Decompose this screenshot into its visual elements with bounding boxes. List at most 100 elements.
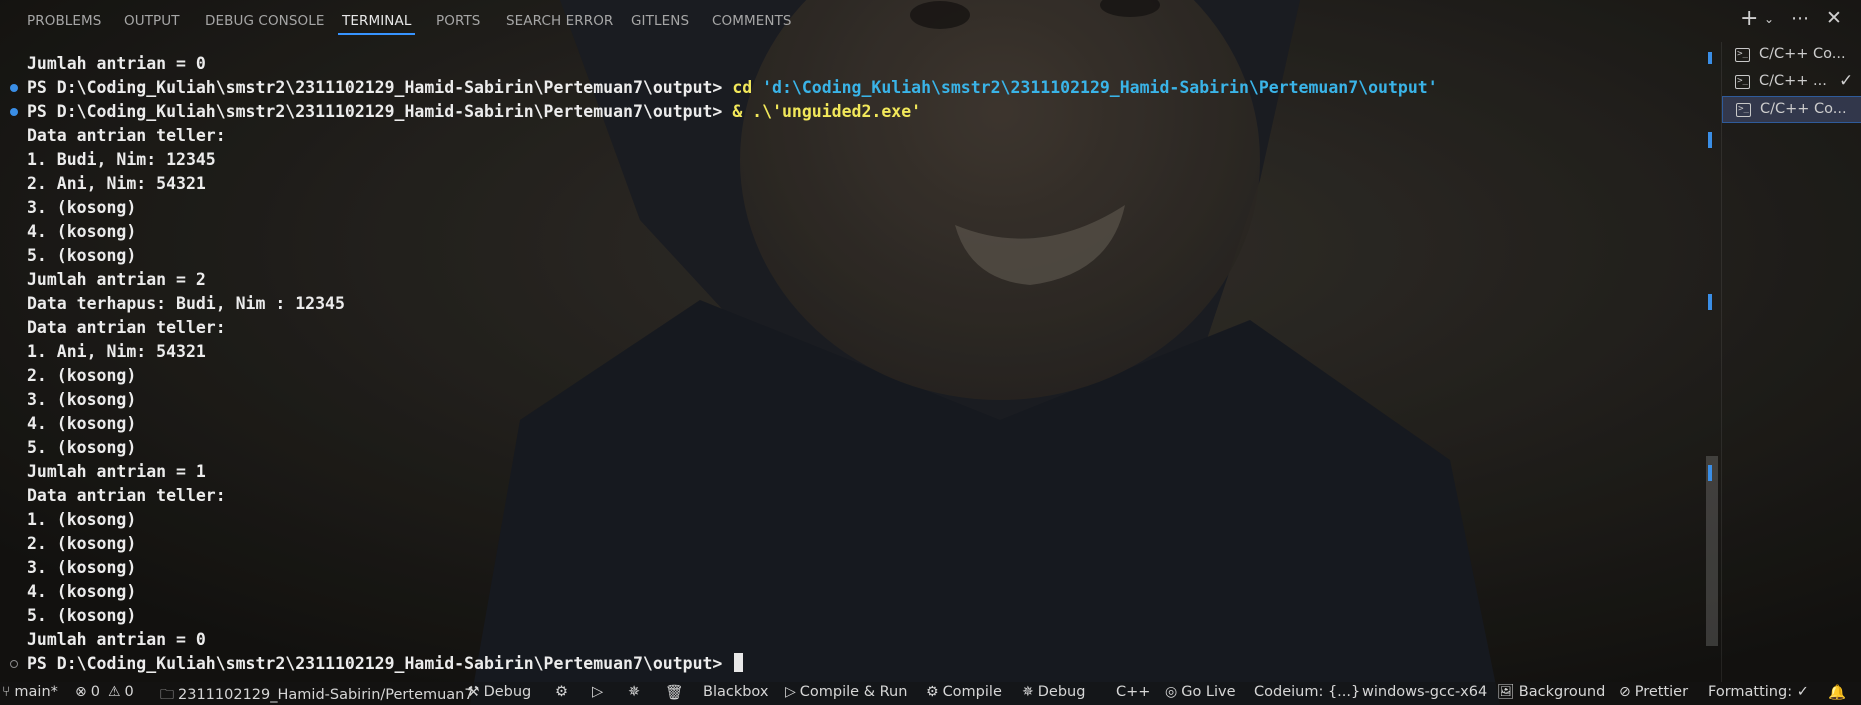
tab-debug-console[interactable]: DEBUG CONSOLE (205, 13, 325, 29)
terminal-output[interactable]: Jumlah antrian = 0 PS D:\Coding_Kuliah\sm… (0, 52, 1700, 680)
terminal-icon: >_ (1735, 75, 1750, 89)
prompt-path: PS D:\Coding_Kuliah\smstr2\2311102129_Ha… (27, 654, 733, 673)
scroll-marker (1708, 465, 1712, 481)
terminal-output-line: 5. (kosong) (27, 246, 137, 265)
command-text: cd (732, 78, 753, 97)
warning-icon: ⚠ (107, 684, 121, 700)
terminal-output-line: 3. (kosong) (27, 558, 137, 577)
branch-status[interactable]: ⑂ main* (2, 684, 58, 700)
terminal-output-line: 2. (kosong) (27, 534, 137, 553)
debug-label: Debug (483, 684, 532, 700)
terminal-output-line: Jumlah antrian = 1 (27, 462, 206, 481)
blackbox-status[interactable]: Blackbox (703, 684, 768, 700)
branch-label: main* (14, 684, 58, 700)
terminal-output-line: Data antrian teller: (27, 486, 226, 505)
folder-label: 2311102129_Hamid-Sabirin/Pertemuan7 (178, 687, 474, 703)
run-icon[interactable]: ▷ (592, 684, 603, 700)
terminal-output-line: 3. (kosong) (27, 198, 137, 217)
terminal-output-line: Data antrian teller: (27, 126, 226, 145)
terminal-output-line: 4. (kosong) (27, 222, 137, 241)
tab-terminal[interactable]: TERMINAL (337, 13, 416, 35)
prompt-path: PS D:\Coding_Kuliah\smstr2\2311102129_Ha… (27, 78, 733, 97)
scroll-marker (1708, 294, 1712, 310)
terminal-output-line: 1. Budi, Nim: 12345 (27, 150, 216, 169)
command-text: & .\ (732, 102, 773, 121)
terminal-instance-label: C/C++ Co... (1759, 46, 1846, 62)
terminal-output-line: 3. (kosong) (27, 390, 137, 409)
debug-status[interactable]: ⚒ Debug (467, 684, 531, 700)
chevron-down-icon[interactable]: ⌄ (1764, 12, 1774, 26)
terminal-output-line: 5. (kosong) (27, 438, 137, 457)
compile-label: Compile (942, 684, 1002, 700)
prettier-label: Prettier (1634, 684, 1689, 700)
command-argument: 'unguided2.exe' (772, 102, 922, 121)
prompt-path: PS D:\Coding_Kuliah\smstr2\2311102129_Ha… (27, 102, 733, 121)
play-icon: ▷ (785, 684, 796, 700)
tab-comments[interactable]: COMMENTS (712, 13, 792, 29)
errors-count: 0 (90, 684, 100, 700)
terminal-instance-label: C/C++ ... (1759, 73, 1827, 89)
compile-status[interactable]: ⚙ Compile (926, 684, 1002, 700)
terminal-scrollbar[interactable] (1706, 456, 1718, 646)
command-argument: 'd:\Coding_Kuliah\smstr2\2311102129_Hami… (752, 78, 1438, 97)
terminal-output-line: 2. (kosong) (27, 366, 137, 385)
command-status-marker[interactable] (10, 84, 18, 92)
close-icon[interactable]: ✕ (1826, 7, 1842, 29)
plus-icon[interactable]: + (1740, 6, 1758, 31)
ellipsis-icon[interactable]: ⋯ (1791, 8, 1809, 29)
terminal-output-line: 1. Ani, Nim: 54321 (27, 342, 206, 361)
command-status-marker[interactable] (10, 660, 18, 668)
background-status[interactable]: 🖼 Background (1497, 684, 1605, 700)
background-label: Background (1518, 684, 1606, 700)
status-bar: ⑂ main* ⊗ 0 ⚠ 0 🗀 2311102129_Hamid-Sabirin/Pe… (0, 682, 1861, 705)
tab-gitlens[interactable]: GITLENS (631, 13, 689, 29)
language-status[interactable]: C++ (1116, 684, 1150, 700)
command-status-marker[interactable] (10, 108, 18, 116)
go-live-status[interactable]: ◎ Go Live (1165, 684, 1236, 700)
bell-icon[interactable]: 🔔 (1828, 684, 1846, 701)
terminal-output-line: 5. (kosong) (27, 606, 137, 625)
terminal-output-line: Data terhapus: Budi, Nim : 12345 (27, 294, 345, 313)
bug-icon: ✵ (1022, 684, 1034, 700)
go-live-label: Go Live (1181, 684, 1236, 700)
image-icon: 🖼 (1497, 684, 1515, 700)
broadcast-icon: ◎ (1165, 684, 1178, 700)
formatting-status[interactable]: Formatting: ✓ (1708, 684, 1809, 700)
folder-status[interactable]: 🗀 2311102129_Hamid-Sabirin/Pertemuan7 (160, 684, 474, 705)
terminal-prompt-line: PS D:\Coding_Kuliah\smstr2\2311102129_Ha… (27, 652, 744, 676)
warnings-count: 0 (124, 684, 134, 700)
tab-ports[interactable]: PORTS (436, 13, 480, 29)
terminal-list: >_ C/C++ Co... >_ C/C++ ... ✓ >_ C/C++ C… (1721, 42, 1861, 682)
tab-output[interactable]: OUTPUT (124, 13, 180, 29)
bug-icon[interactable]: ✵ (628, 684, 640, 700)
problems-status[interactable]: ⊗ 0 ⚠ 0 (75, 684, 134, 700)
terminal-output-line: Jumlah antrian = 0 (27, 630, 206, 649)
compiler-status[interactable]: windows-gcc-x64 (1362, 684, 1487, 700)
error-icon: ⊗ (75, 684, 87, 700)
compile-run-label: Compile & Run (799, 684, 908, 700)
terminal-output-line: 1. (kosong) (27, 510, 137, 529)
settings-icon[interactable]: ⚙ (555, 684, 568, 700)
git-branch-icon: ⑂ (2, 684, 11, 700)
terminal-prompt-line: PS D:\Coding_Kuliah\smstr2\2311102129_Ha… (27, 76, 1438, 100)
terminal-icon: >_ (1735, 48, 1750, 62)
prettier-status[interactable]: ⊘ Prettier (1619, 684, 1688, 700)
terminal-instance-selected[interactable]: >_ C/C++ Co... (1722, 96, 1861, 123)
compile-run-status[interactable]: ▷ Compile & Run (785, 684, 907, 700)
check-icon: ✓ (1839, 71, 1854, 91)
terminal-instance[interactable]: >_ C/C++ ... ✓ (1722, 69, 1861, 96)
trash-icon[interactable]: 🗑 (665, 684, 683, 701)
terminal-icon: >_ (1736, 103, 1751, 117)
scroll-marker (1708, 132, 1712, 148)
debug2-status[interactable]: ✵ Debug (1022, 684, 1085, 700)
tools-icon: ⚒ (467, 684, 480, 700)
terminal-instance[interactable]: >_ C/C++ Co... (1722, 42, 1861, 69)
codeium-status[interactable]: Codeium: {...} (1254, 684, 1360, 700)
tab-search-error[interactable]: SEARCH ERROR (506, 13, 613, 29)
debug2-label: Debug (1037, 684, 1086, 700)
terminal-instance-label: C/C++ Co... (1760, 101, 1847, 117)
terminal-output-line: Jumlah antrian = 2 (27, 270, 206, 289)
terminal-output-line: 4. (kosong) (27, 582, 137, 601)
tab-problems[interactable]: PROBLEMS (27, 13, 101, 29)
scroll-marker (1708, 52, 1712, 64)
